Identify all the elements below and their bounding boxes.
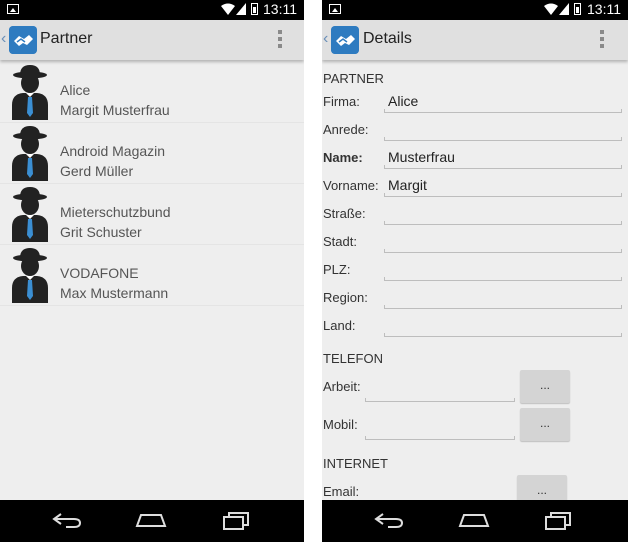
gallery-icon	[7, 4, 19, 14]
page-title: Details	[363, 30, 412, 47]
mobil-label: Mobil:	[323, 417, 358, 432]
firma-label: Firma:	[323, 94, 360, 109]
app-logo-icon[interactable]	[331, 26, 359, 54]
partner-name: Gerd Müller	[60, 163, 134, 179]
strasse-field-underline	[384, 221, 622, 225]
land-label: Land:	[323, 318, 356, 333]
vorname-label: Vorname:	[323, 178, 379, 193]
up-chevron-icon[interactable]: ‹	[323, 30, 328, 48]
vorname-field[interactable]: Margit	[388, 177, 427, 193]
signal-icon	[559, 3, 569, 15]
section-telefon-heading: TELEFON	[323, 351, 383, 366]
strasse-label: Straße:	[323, 206, 366, 221]
recent-apps-icon[interactable]	[544, 512, 572, 530]
region-label: Region:	[323, 290, 368, 305]
arbeit-pick-button[interactable]: ...	[520, 370, 570, 403]
list-item[interactable]: Alice Margit Musterfrau	[0, 62, 304, 123]
wifi-icon	[221, 3, 235, 15]
person-bowler-hat-icon	[12, 187, 48, 242]
wifi-icon	[544, 3, 558, 15]
partner-company: Mieterschutzbund	[60, 204, 171, 220]
partner-list: Alice Margit Musterfrau Android Magazin …	[0, 62, 304, 306]
name-field[interactable]: Musterfrau	[388, 149, 455, 165]
anrede-field-underline	[384, 137, 622, 141]
battery-icon	[251, 3, 258, 15]
list-item[interactable]: Mieterschutzbund Grit Schuster	[0, 184, 304, 245]
partner-name: Grit Schuster	[60, 224, 142, 240]
stadt-field-underline	[384, 249, 622, 253]
email-label: Email:	[323, 484, 360, 499]
section-internet-heading: INTERNET	[323, 456, 388, 471]
action-bar: ‹ Partner	[0, 20, 304, 60]
overflow-menu-icon[interactable]	[600, 30, 604, 50]
signal-icon	[236, 3, 246, 15]
list-item[interactable]: Android Magazin Gerd Müller	[0, 123, 304, 184]
region-field-underline	[384, 305, 622, 309]
plz-label: PLZ:	[323, 262, 351, 277]
status-time: 13:11	[263, 1, 297, 17]
partner-name: Max Mustermann	[60, 285, 169, 301]
home-icon[interactable]	[135, 512, 167, 528]
mobil-pick-button[interactable]: ...	[520, 408, 570, 441]
partner-company: Alice	[60, 82, 91, 98]
arbeit-field-underline	[365, 398, 515, 402]
status-time: 13:11	[587, 1, 621, 17]
status-bar: 13:11	[0, 0, 304, 20]
partner-company: VODAFONE	[60, 265, 139, 281]
partner-company: Android Magazin	[60, 143, 166, 159]
anrede-label: Anrede:	[323, 122, 369, 137]
plz-field-underline	[384, 277, 622, 281]
firma-field-underline	[384, 109, 622, 113]
land-field-underline	[384, 333, 622, 337]
section-partner-heading: PARTNER	[323, 71, 384, 86]
navigation-bar	[0, 500, 304, 542]
up-chevron-icon[interactable]: ‹	[1, 30, 6, 48]
name-label: Name:	[323, 150, 363, 165]
action-bar: ‹ Details	[322, 20, 628, 60]
person-bowler-hat-icon	[12, 65, 48, 120]
firma-field[interactable]: Alice	[388, 93, 418, 109]
details-screen: 13:11 ‹ Details PARTNER Firma: Alice Anr…	[322, 0, 628, 542]
person-bowler-hat-icon	[12, 126, 48, 181]
back-icon[interactable]	[374, 512, 404, 528]
partner-list-screen: 13:11 ‹ Partner Alice Margit Musterfrau	[0, 0, 304, 542]
app-logo-icon[interactable]	[9, 26, 37, 54]
partner-name: Margit Musterfrau	[60, 102, 170, 118]
navigation-bar	[322, 500, 628, 542]
person-bowler-hat-icon	[12, 248, 48, 303]
list-item[interactable]: VODAFONE Max Mustermann	[0, 245, 304, 306]
home-icon[interactable]	[458, 512, 490, 528]
name-field-underline	[384, 165, 622, 169]
gallery-icon	[329, 4, 341, 14]
mobil-field-underline	[365, 436, 515, 440]
recent-apps-icon[interactable]	[222, 512, 250, 530]
page-title: Partner	[40, 30, 93, 47]
vorname-field-underline	[384, 193, 622, 197]
status-bar: 13:11	[322, 0, 628, 20]
stadt-label: Stadt:	[323, 234, 357, 249]
arbeit-label: Arbeit:	[323, 379, 361, 394]
overflow-menu-icon[interactable]	[278, 30, 282, 50]
back-icon[interactable]	[52, 512, 82, 528]
battery-icon	[574, 3, 581, 15]
